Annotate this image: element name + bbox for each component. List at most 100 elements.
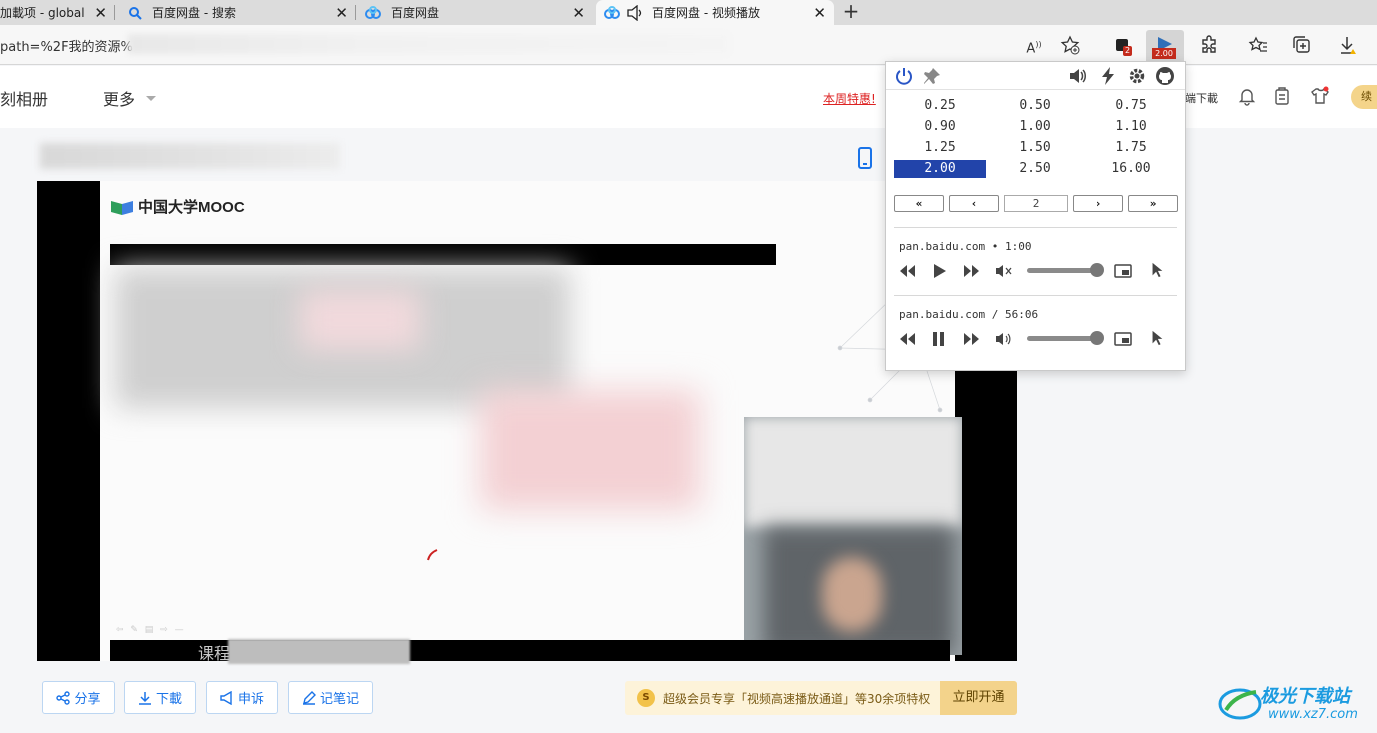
speed-max-button[interactable]: » — [1128, 195, 1178, 212]
rewind-icon[interactable] — [899, 263, 917, 279]
muted-speaker-icon[interactable] — [995, 263, 1013, 279]
close-icon[interactable]: ✕ — [335, 4, 348, 22]
speed-option-selected[interactable]: 2.00 — [894, 160, 986, 178]
watermark-url: www.xz7.com — [1268, 707, 1358, 722]
watermark-title: 极光下载站 — [1260, 686, 1350, 707]
speed-option[interactable]: 0.90 — [894, 118, 986, 136]
divider — [894, 295, 1177, 296]
nav-more[interactable]: 更多 — [103, 86, 135, 110]
fast-forward-icon[interactable] — [962, 263, 980, 279]
read-aloud-icon[interactable]: A)) — [1022, 33, 1046, 57]
picture-in-picture-icon[interactable] — [1114, 331, 1132, 347]
divider — [894, 227, 1177, 228]
renew-vip-button[interactable]: 续 — [1351, 85, 1377, 109]
search-icon — [129, 6, 142, 20]
media-title: pan.baidu.com / 56:06 — [899, 308, 1039, 321]
volume-slider-handle[interactable] — [1090, 331, 1104, 345]
tab-strip: 加載项 - global s ✕ 百度网盘 - 搜索 ✕ 百度网盘 ✕ 百度网盘… — [0, 0, 1377, 25]
tab-separator — [114, 5, 115, 20]
gear-icon[interactable] — [1127, 66, 1147, 86]
baidu-cloud-icon — [365, 5, 381, 19]
close-icon[interactable]: ✕ — [813, 4, 826, 22]
baidu-cloud-icon — [604, 5, 620, 19]
mooc-logo-text: 中国大学MOOC — [138, 199, 245, 216]
clipboard-icon[interactable] — [1272, 86, 1292, 106]
new-tab-button[interactable]: + — [840, 0, 862, 25]
favorite-add-icon[interactable] — [1058, 33, 1082, 57]
speed-option[interactable]: 0.75 — [1085, 97, 1177, 115]
speaker-icon[interactable] — [995, 331, 1013, 347]
rewind-icon[interactable] — [899, 331, 917, 347]
megaphone-icon — [220, 690, 232, 705]
tab-video-play[interactable]: 百度网盘 - 视频播放 ✕ — [596, 0, 834, 25]
media-title: pan.baidu.com • 1:00 — [899, 240, 1032, 253]
share-icon — [56, 690, 71, 705]
tab-addons[interactable]: 加載项 - global s ✕ — [0, 0, 115, 25]
cursor-icon[interactable] — [1148, 330, 1166, 346]
tab-title: 百度网盘 - 搜索 — [152, 6, 236, 20]
mooc-logo: 中国大学MOOC — [110, 196, 245, 217]
volume-icon[interactable] — [1068, 66, 1088, 86]
speed-option[interactable]: 1.50 — [989, 139, 1081, 157]
slide-content-redacted — [300, 290, 420, 350]
bell-icon[interactable] — [1237, 86, 1257, 106]
pin-icon[interactable] — [922, 66, 942, 86]
share-button[interactable]: 分享 — [42, 681, 115, 714]
report-label: 申诉 — [237, 692, 264, 707]
volume-slider-handle[interactable] — [1090, 263, 1104, 277]
fast-forward-icon[interactable] — [962, 331, 980, 347]
vip-open-button[interactable]: 立即开通 — [940, 681, 1017, 715]
tab-title: 百度网盘 — [391, 6, 440, 20]
speed-option[interactable]: 2.50 — [989, 160, 1081, 178]
speed-option[interactable]: 1.00 — [989, 118, 1081, 136]
vip-banner-text: 超级会员专享「视频高速播放通道」等30余项特权 — [663, 692, 931, 706]
close-icon[interactable]: ✕ — [94, 4, 107, 22]
file-title-redacted — [40, 143, 340, 169]
speed-option[interactable]: 1.75 — [1085, 139, 1177, 157]
speed-min-button[interactable]: « — [894, 195, 944, 212]
downloads-icon[interactable] — [1336, 33, 1360, 57]
speed-option[interactable]: 0.50 — [989, 97, 1081, 115]
report-button[interactable]: 申诉 — [206, 681, 278, 714]
play-icon[interactable] — [930, 263, 948, 279]
picture-in-picture-icon[interactable] — [1114, 263, 1132, 279]
shirt-icon[interactable] — [1310, 86, 1330, 106]
cursor-icon[interactable] — [1148, 262, 1166, 278]
tab-baidu-pan[interactable]: 百度网盘 ✕ — [357, 0, 593, 25]
extension-badge: 2 — [1123, 46, 1133, 56]
url-redacted — [128, 34, 728, 54]
slide-top-bar — [110, 244, 776, 265]
close-icon[interactable]: ✕ — [572, 4, 585, 22]
promo-link[interactable]: 本周特惠! — [823, 90, 876, 107]
speed-option[interactable]: 1.25 — [894, 139, 986, 157]
speed-step-value[interactable]: 2 — [1004, 195, 1068, 212]
power-icon[interactable] — [894, 66, 914, 86]
speaker-icon[interactable] — [626, 4, 644, 21]
tab-baidu-search[interactable]: 百度网盘 - 搜索 ✕ — [116, 0, 356, 25]
extensions-icon[interactable] — [1198, 33, 1222, 57]
download-button[interactable]: 下載 — [124, 681, 196, 714]
pause-icon[interactable] — [930, 331, 948, 347]
github-icon[interactable] — [1155, 66, 1175, 86]
red-mark — [427, 549, 438, 561]
collections-icon[interactable] — [1290, 33, 1314, 57]
client-download-link[interactable]: 端下載 — [1185, 90, 1218, 106]
extension-cube-icon[interactable]: 2 — [1110, 33, 1134, 57]
speed-option[interactable]: 0.25 — [894, 97, 986, 115]
video-caption: 课程 — [198, 644, 231, 663]
nav-album[interactable]: 刻相册 — [0, 86, 48, 110]
favorites-icon[interactable] — [1246, 33, 1270, 57]
speed-controller-popup: 0.25 0.50 0.75 0.90 1.00 1.10 1.25 1.50 … — [885, 61, 1186, 371]
speed-option[interactable]: 1.10 — [1085, 118, 1177, 136]
mobile-icon[interactable] — [856, 147, 874, 169]
chevron-down-icon[interactable] — [145, 95, 157, 103]
lightning-icon[interactable] — [1098, 66, 1118, 86]
notes-label: 记笔记 — [319, 692, 359, 707]
speed-down-button[interactable]: ‹ — [949, 195, 999, 212]
speed-option[interactable]: 16.00 — [1085, 160, 1177, 178]
speed-up-button[interactable]: › — [1073, 195, 1123, 212]
pencil-icon — [302, 690, 316, 705]
vip-banner: S 超级会员专享「视频高速播放通道」等30余项特权 立即开通 — [625, 681, 1017, 715]
url-text[interactable]: path=%2F我的资源% — [0, 36, 133, 55]
notes-button[interactable]: 记笔记 — [288, 681, 373, 714]
